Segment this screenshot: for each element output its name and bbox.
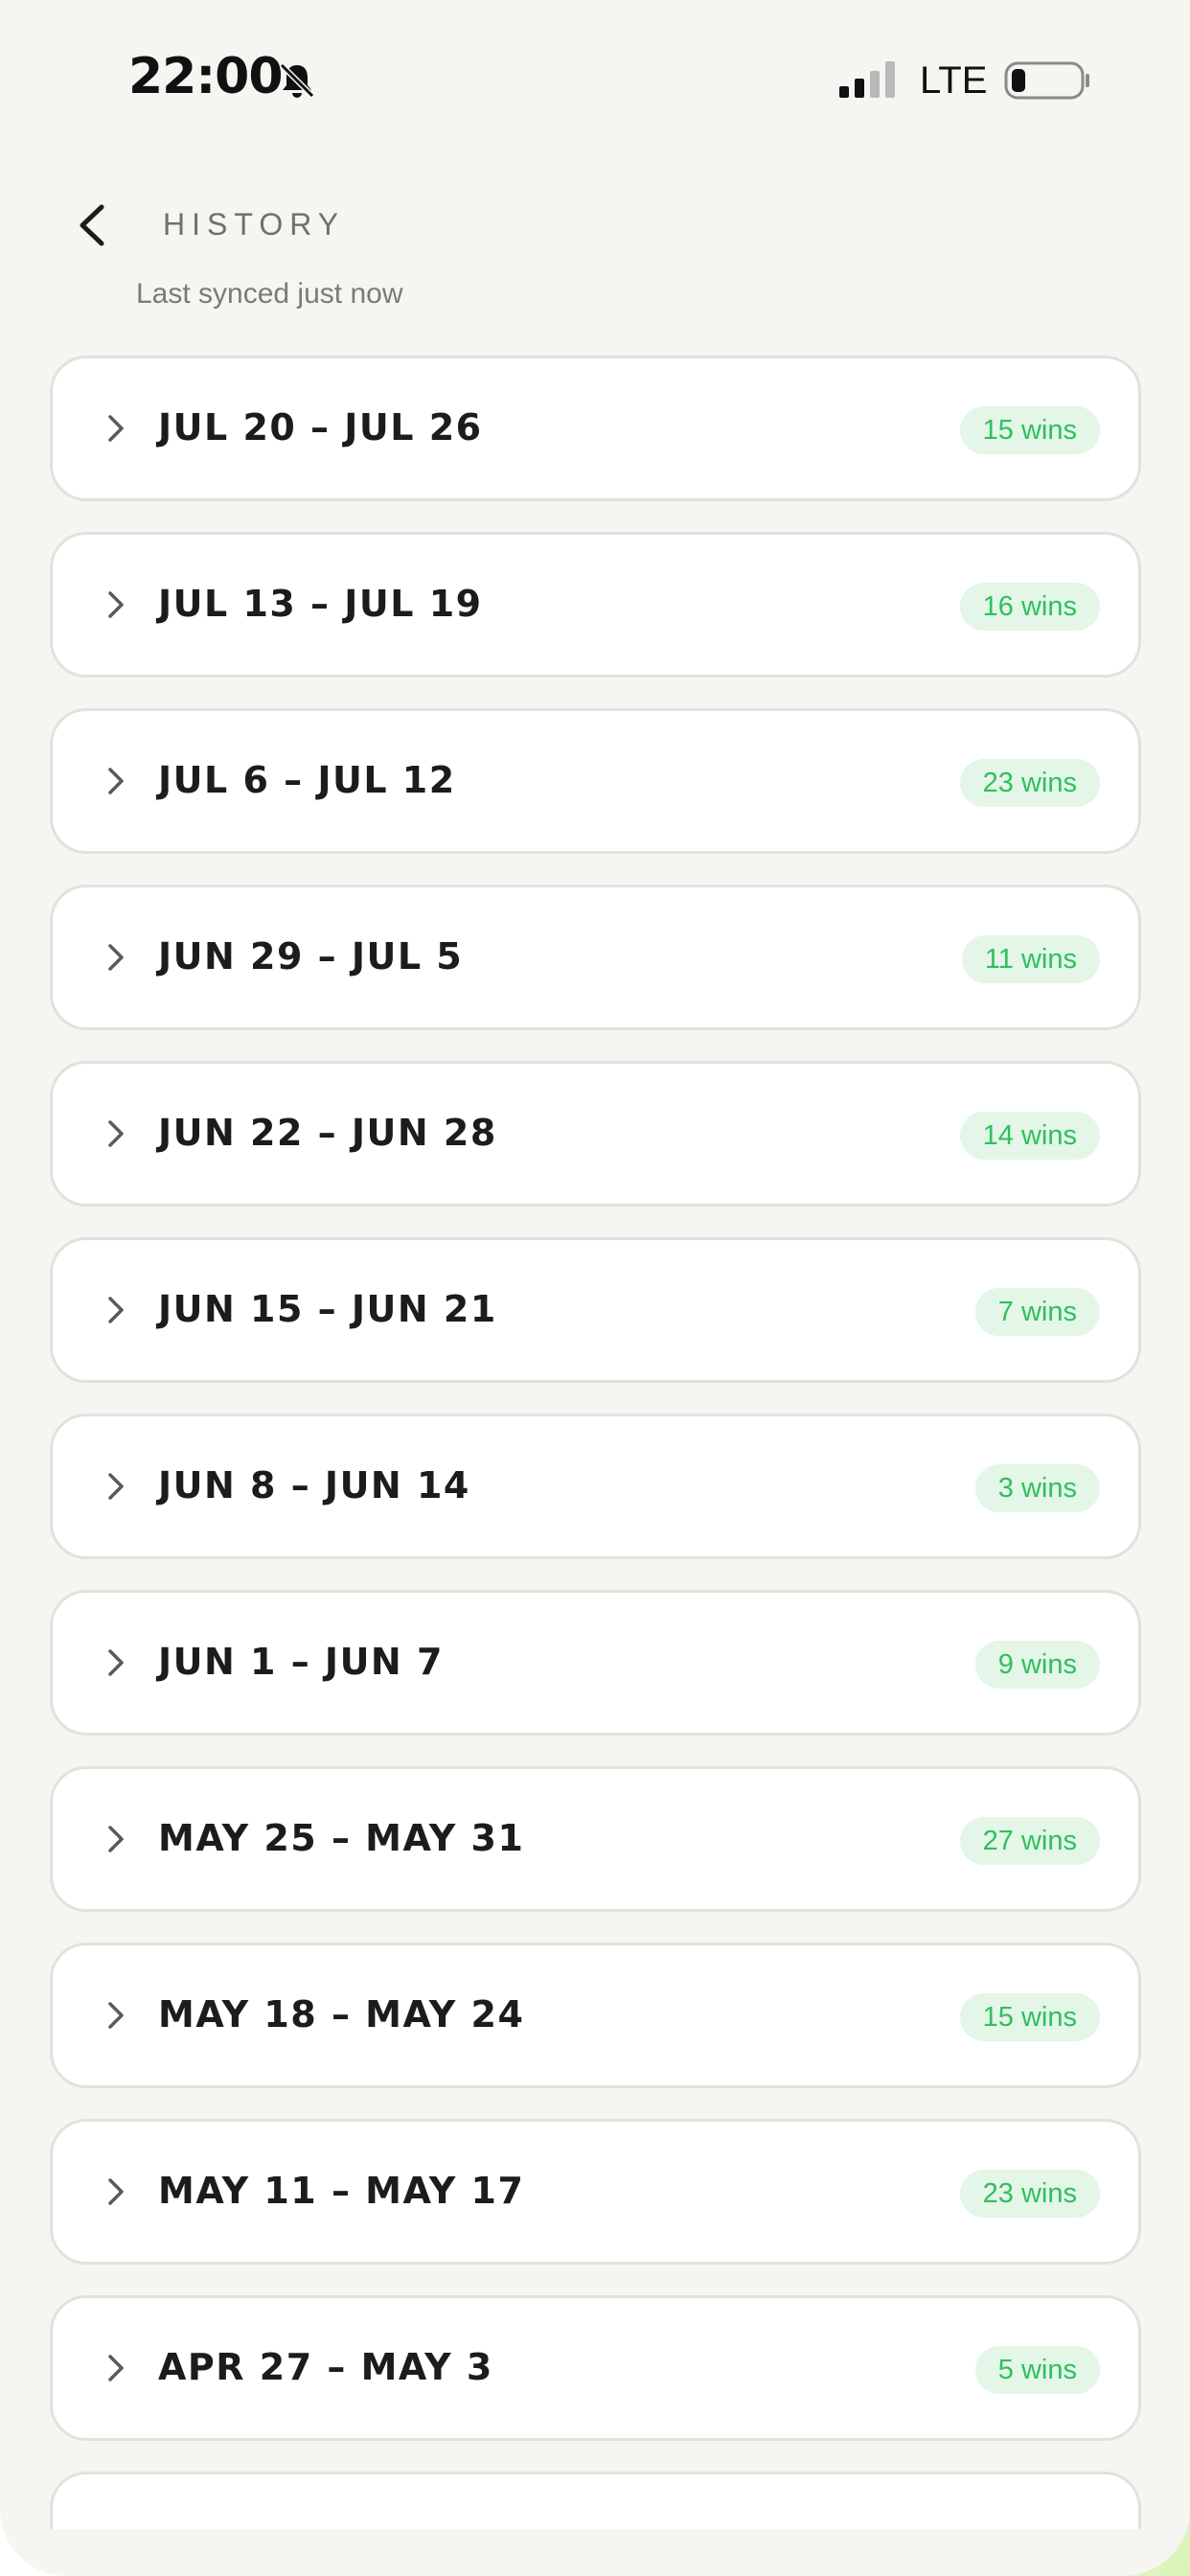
chevron-right-icon (108, 2355, 124, 2381)
sync-status: Last synced just now (136, 278, 403, 310)
chevron-left-icon (80, 204, 104, 246)
wins-badge: 16 wins (959, 583, 1100, 631)
chevron-right-icon (108, 1120, 124, 1147)
wins-badge: 15 wins (959, 406, 1100, 454)
chevron-right-icon (108, 2002, 124, 2029)
chevron-right-icon (108, 1473, 124, 1500)
week-row-partial[interactable] (50, 2472, 1141, 2529)
network-type: LTE (920, 59, 988, 102)
chevron-right-icon (108, 1826, 124, 1852)
week-row[interactable]: JUN 15 – JUN 21 7 wins (50, 1237, 1141, 1383)
week-range: JUN 29 – JUL 5 (158, 935, 464, 978)
week-row[interactable]: JUN 29 – JUL 5 11 wins (50, 885, 1141, 1030)
chevron-right-icon (108, 768, 124, 794)
wins-badge: 7 wins (974, 1288, 1100, 1336)
week-range: JUN 1 – JUN 7 (158, 1641, 444, 1683)
week-row[interactable]: MAY 11 – MAY 17 23 wins (50, 2119, 1141, 2265)
week-row[interactable]: JUL 13 – JUL 19 16 wins (50, 532, 1141, 678)
app-screen: 22:00 LTE HISTORY Last synced just now J… (0, 0, 1190, 2576)
week-row[interactable]: MAY 25 – MAY 31 27 wins (50, 1766, 1141, 1912)
page-title: HISTORY (163, 207, 346, 242)
chevron-right-icon (108, 2178, 124, 2205)
wins-badge: 23 wins (959, 2170, 1100, 2218)
week-row[interactable]: APR 27 – MAY 3 5 wins (50, 2295, 1141, 2441)
status-bar: 22:00 LTE (0, 0, 1190, 163)
week-range: MAY 18 – MAY 24 (158, 1993, 525, 2036)
chevron-right-icon (108, 1297, 124, 1323)
chevron-right-icon (108, 591, 124, 618)
week-range: JUN 22 – JUN 28 (158, 1112, 497, 1154)
week-range: MAY 25 – MAY 31 (158, 1817, 525, 1859)
bell-slash-icon (279, 62, 315, 99)
wins-badge: 15 wins (959, 1993, 1100, 2041)
signal-icon (839, 61, 895, 98)
week-range: JUL 20 – JUL 26 (158, 406, 483, 448)
week-range: JUN 8 – JUN 14 (158, 1464, 470, 1506)
wins-badge: 23 wins (959, 759, 1100, 807)
chevron-right-icon (108, 415, 124, 442)
week-range: MAY 11 – MAY 17 (158, 2170, 525, 2212)
week-list: JUL 20 – JUL 26 15 wins JUL 13 – JUL 19 … (50, 356, 1141, 2529)
battery-icon (1004, 61, 1089, 100)
week-range: JUL 13 – JUL 19 (158, 583, 483, 625)
week-row[interactable]: JUL 20 – JUL 26 15 wins (50, 356, 1141, 501)
week-range: APR 27 – MAY 3 (158, 2346, 493, 2388)
week-row[interactable]: JUL 6 – JUL 12 23 wins (50, 708, 1141, 854)
wins-badge: 9 wins (974, 1641, 1100, 1689)
week-range: JUN 15 – JUN 21 (158, 1288, 497, 1330)
week-row[interactable]: MAY 18 – MAY 24 15 wins (50, 1943, 1141, 2088)
wins-badge: 14 wins (959, 1112, 1100, 1160)
week-row[interactable]: JUN 1 – JUN 7 9 wins (50, 1590, 1141, 1736)
wins-badge: 11 wins (961, 935, 1100, 983)
status-time: 22:00 (128, 48, 284, 105)
chevron-right-icon (108, 1649, 124, 1676)
week-row[interactable]: JUN 22 – JUN 28 14 wins (50, 1061, 1141, 1207)
week-range: JUL 6 – JUL 12 (158, 759, 456, 801)
wins-badge: 5 wins (974, 2346, 1100, 2394)
wins-badge: 27 wins (959, 1817, 1100, 1865)
chevron-right-icon (108, 944, 124, 971)
back-button[interactable] (67, 192, 119, 259)
wins-badge: 3 wins (974, 1464, 1100, 1512)
week-row[interactable]: JUN 8 – JUN 14 3 wins (50, 1414, 1141, 1559)
